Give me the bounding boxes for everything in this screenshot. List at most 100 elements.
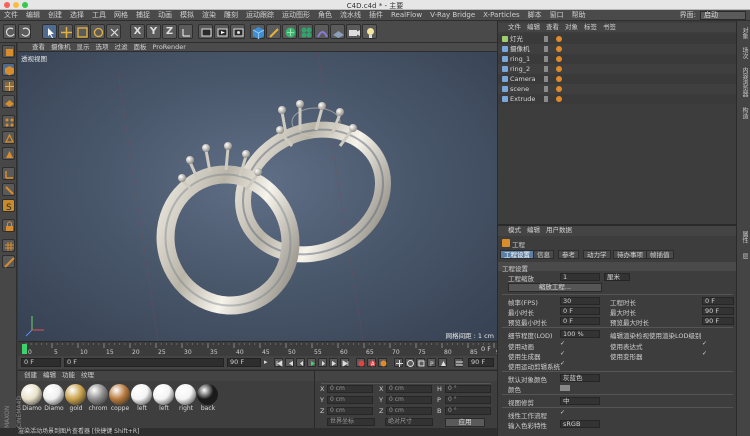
timeline-window-icon[interactable]: [454, 358, 463, 367]
next-key-icon[interactable]: [329, 358, 338, 367]
menu-item[interactable]: 角色: [314, 10, 336, 21]
menu-item[interactable]: 窗口: [546, 10, 568, 21]
tab-todo[interactable]: 待办事项: [613, 250, 647, 259]
current-frame-field[interactable]: 0 F: [64, 358, 224, 367]
coord-pos-x-field[interactable]: 0 cm: [327, 385, 373, 393]
perspective-viewport[interactable]: 透视视图 网格间距 : 1 cm: [18, 52, 497, 341]
object-row[interactable]: Camera: [498, 74, 737, 84]
vtab-content-browser[interactable]: 内容浏览器: [739, 67, 749, 97]
edges-mode-icon[interactable]: [2, 131, 15, 144]
visibility-dots-icon[interactable]: [544, 76, 548, 82]
z-axis-icon[interactable]: Z: [162, 24, 177, 39]
menu-item[interactable]: 动画: [154, 10, 176, 21]
menu-item[interactable]: V-Ray Bridge: [426, 10, 479, 21]
material-menu-function[interactable]: 功能: [59, 371, 78, 380]
menu-item[interactable]: 脚本: [524, 10, 546, 21]
vtab-structure[interactable]: 构造: [739, 107, 749, 119]
interface-dropdown[interactable]: 启动: [700, 11, 746, 20]
goto-start-icon[interactable]: [274, 358, 283, 367]
visibility-dots-icon[interactable]: [544, 66, 548, 72]
use-expressions-checkbox[interactable]: ✓: [702, 341, 708, 347]
viewport-menu-options[interactable]: 选项: [93, 43, 112, 52]
workplane-icon[interactable]: [2, 95, 15, 108]
vtab-objects[interactable]: 对象: [739, 27, 749, 39]
menu-item[interactable]: 编辑: [22, 10, 44, 21]
object-row[interactable]: 灯光: [498, 34, 737, 44]
object-menu-tags[interactable]: 标签: [581, 23, 600, 32]
deformer-icon[interactable]: [314, 24, 329, 39]
end-frame-field-2[interactable]: 90 F: [468, 358, 494, 367]
menu-item[interactable]: 选择: [66, 10, 88, 21]
tab-reference[interactable]: 参考: [558, 250, 579, 259]
end-frame-field[interactable]: 90 F: [227, 358, 261, 367]
object-menu-bookmarks[interactable]: 书签: [600, 23, 619, 32]
preview-min-field[interactable]: 0 F: [560, 317, 600, 325]
key-rotation-icon[interactable]: [405, 358, 414, 367]
preview-max-field[interactable]: 90 F: [702, 317, 734, 325]
object-row[interactable]: ring_1: [498, 54, 737, 64]
render-view-icon[interactable]: [214, 24, 229, 39]
object-row[interactable]: Extrude: [498, 94, 737, 104]
material-tag-icon[interactable]: [556, 46, 562, 52]
object-menu-view[interactable]: 查看: [543, 23, 562, 32]
object-row[interactable]: 摄像机: [498, 44, 737, 54]
material-swatch[interactable]: [43, 384, 64, 405]
material-swatch[interactable]: [197, 384, 218, 405]
coord-mode-dropdown[interactable]: 世界坐标: [327, 418, 375, 426]
menu-item[interactable]: RealFlow: [387, 10, 426, 21]
render-region-icon[interactable]: [198, 24, 213, 39]
tweak-mode-icon[interactable]: [2, 183, 15, 196]
project-time-field[interactable]: 0 F: [702, 297, 734, 305]
viewport-menu-display[interactable]: 显示: [74, 43, 93, 52]
menu-item[interactable]: 网格: [110, 10, 132, 21]
tab-frame-interp[interactable]: 帧插值: [646, 250, 674, 259]
menu-item[interactable]: 插件: [365, 10, 387, 21]
render-settings-icon[interactable]: [230, 24, 245, 39]
axis-mode-icon[interactable]: [2, 167, 15, 180]
object-menu-file[interactable]: 文件: [498, 23, 524, 32]
prev-frame-icon[interactable]: [296, 358, 305, 367]
menu-item[interactable]: 运动跟踪: [242, 10, 278, 21]
lod-field[interactable]: 100 %: [560, 330, 600, 338]
material-menu-create[interactable]: 创建: [18, 371, 40, 380]
keyframe-selection-icon[interactable]: [378, 358, 387, 367]
key-pla-icon[interactable]: [438, 358, 447, 367]
attr-menu-userdata[interactable]: 用户数据: [543, 226, 575, 235]
menu-item[interactable]: 雕刻: [220, 10, 242, 21]
coord-size-x-field[interactable]: 0 cm: [386, 385, 432, 393]
viewport-menu-view[interactable]: 查看: [18, 43, 48, 52]
view-clip-dropdown[interactable]: 中: [560, 397, 600, 405]
menu-item[interactable]: 渲染: [198, 10, 220, 21]
menu-item[interactable]: 文件: [0, 10, 22, 21]
visibility-dots-icon[interactable]: [544, 56, 548, 62]
attr-menu-mode[interactable]: 模式: [498, 226, 524, 235]
material-swatch[interactable]: [175, 384, 196, 405]
visibility-dots-icon[interactable]: [544, 46, 548, 52]
menu-item[interactable]: 流水线: [336, 10, 365, 21]
menu-item[interactable]: 捕捉: [132, 10, 154, 21]
rotate-icon[interactable]: [90, 24, 105, 39]
color-swatch[interactable]: [560, 385, 570, 391]
vtab-attributes[interactable]: 属性: [739, 231, 749, 243]
visibility-dots-icon[interactable]: [544, 86, 548, 92]
project-scale-unit-dropdown[interactable]: 厘米: [604, 273, 630, 281]
prev-key-icon[interactable]: [285, 358, 294, 367]
play-icon[interactable]: [307, 358, 316, 367]
default-color-dropdown[interactable]: 灰蓝色: [560, 374, 600, 382]
menu-item[interactable]: 工具: [88, 10, 110, 21]
viewport-menu-cameras[interactable]: 摄像机: [48, 43, 74, 52]
coord-size-z-field[interactable]: 0 cm: [386, 407, 432, 415]
coordinate-system-icon[interactable]: [178, 24, 193, 39]
use-deformers-checkbox[interactable]: ✓: [702, 351, 708, 357]
cube-icon[interactable]: [250, 24, 265, 39]
viewport-menu-prorender[interactable]: ProRender: [150, 43, 189, 52]
material-tag-icon[interactable]: [556, 66, 562, 72]
points-mode-icon[interactable]: [2, 115, 15, 128]
floor-icon[interactable]: [330, 24, 345, 39]
object-row[interactable]: scene: [498, 84, 737, 94]
use-motion-system-checkbox[interactable]: ✓: [560, 361, 566, 367]
menu-item[interactable]: X-Particles: [479, 10, 523, 21]
start-frame-field[interactable]: 0 F: [21, 358, 61, 367]
tab-dynamics[interactable]: 动力学: [583, 250, 611, 259]
material-menu-texture[interactable]: 纹理: [78, 371, 97, 380]
